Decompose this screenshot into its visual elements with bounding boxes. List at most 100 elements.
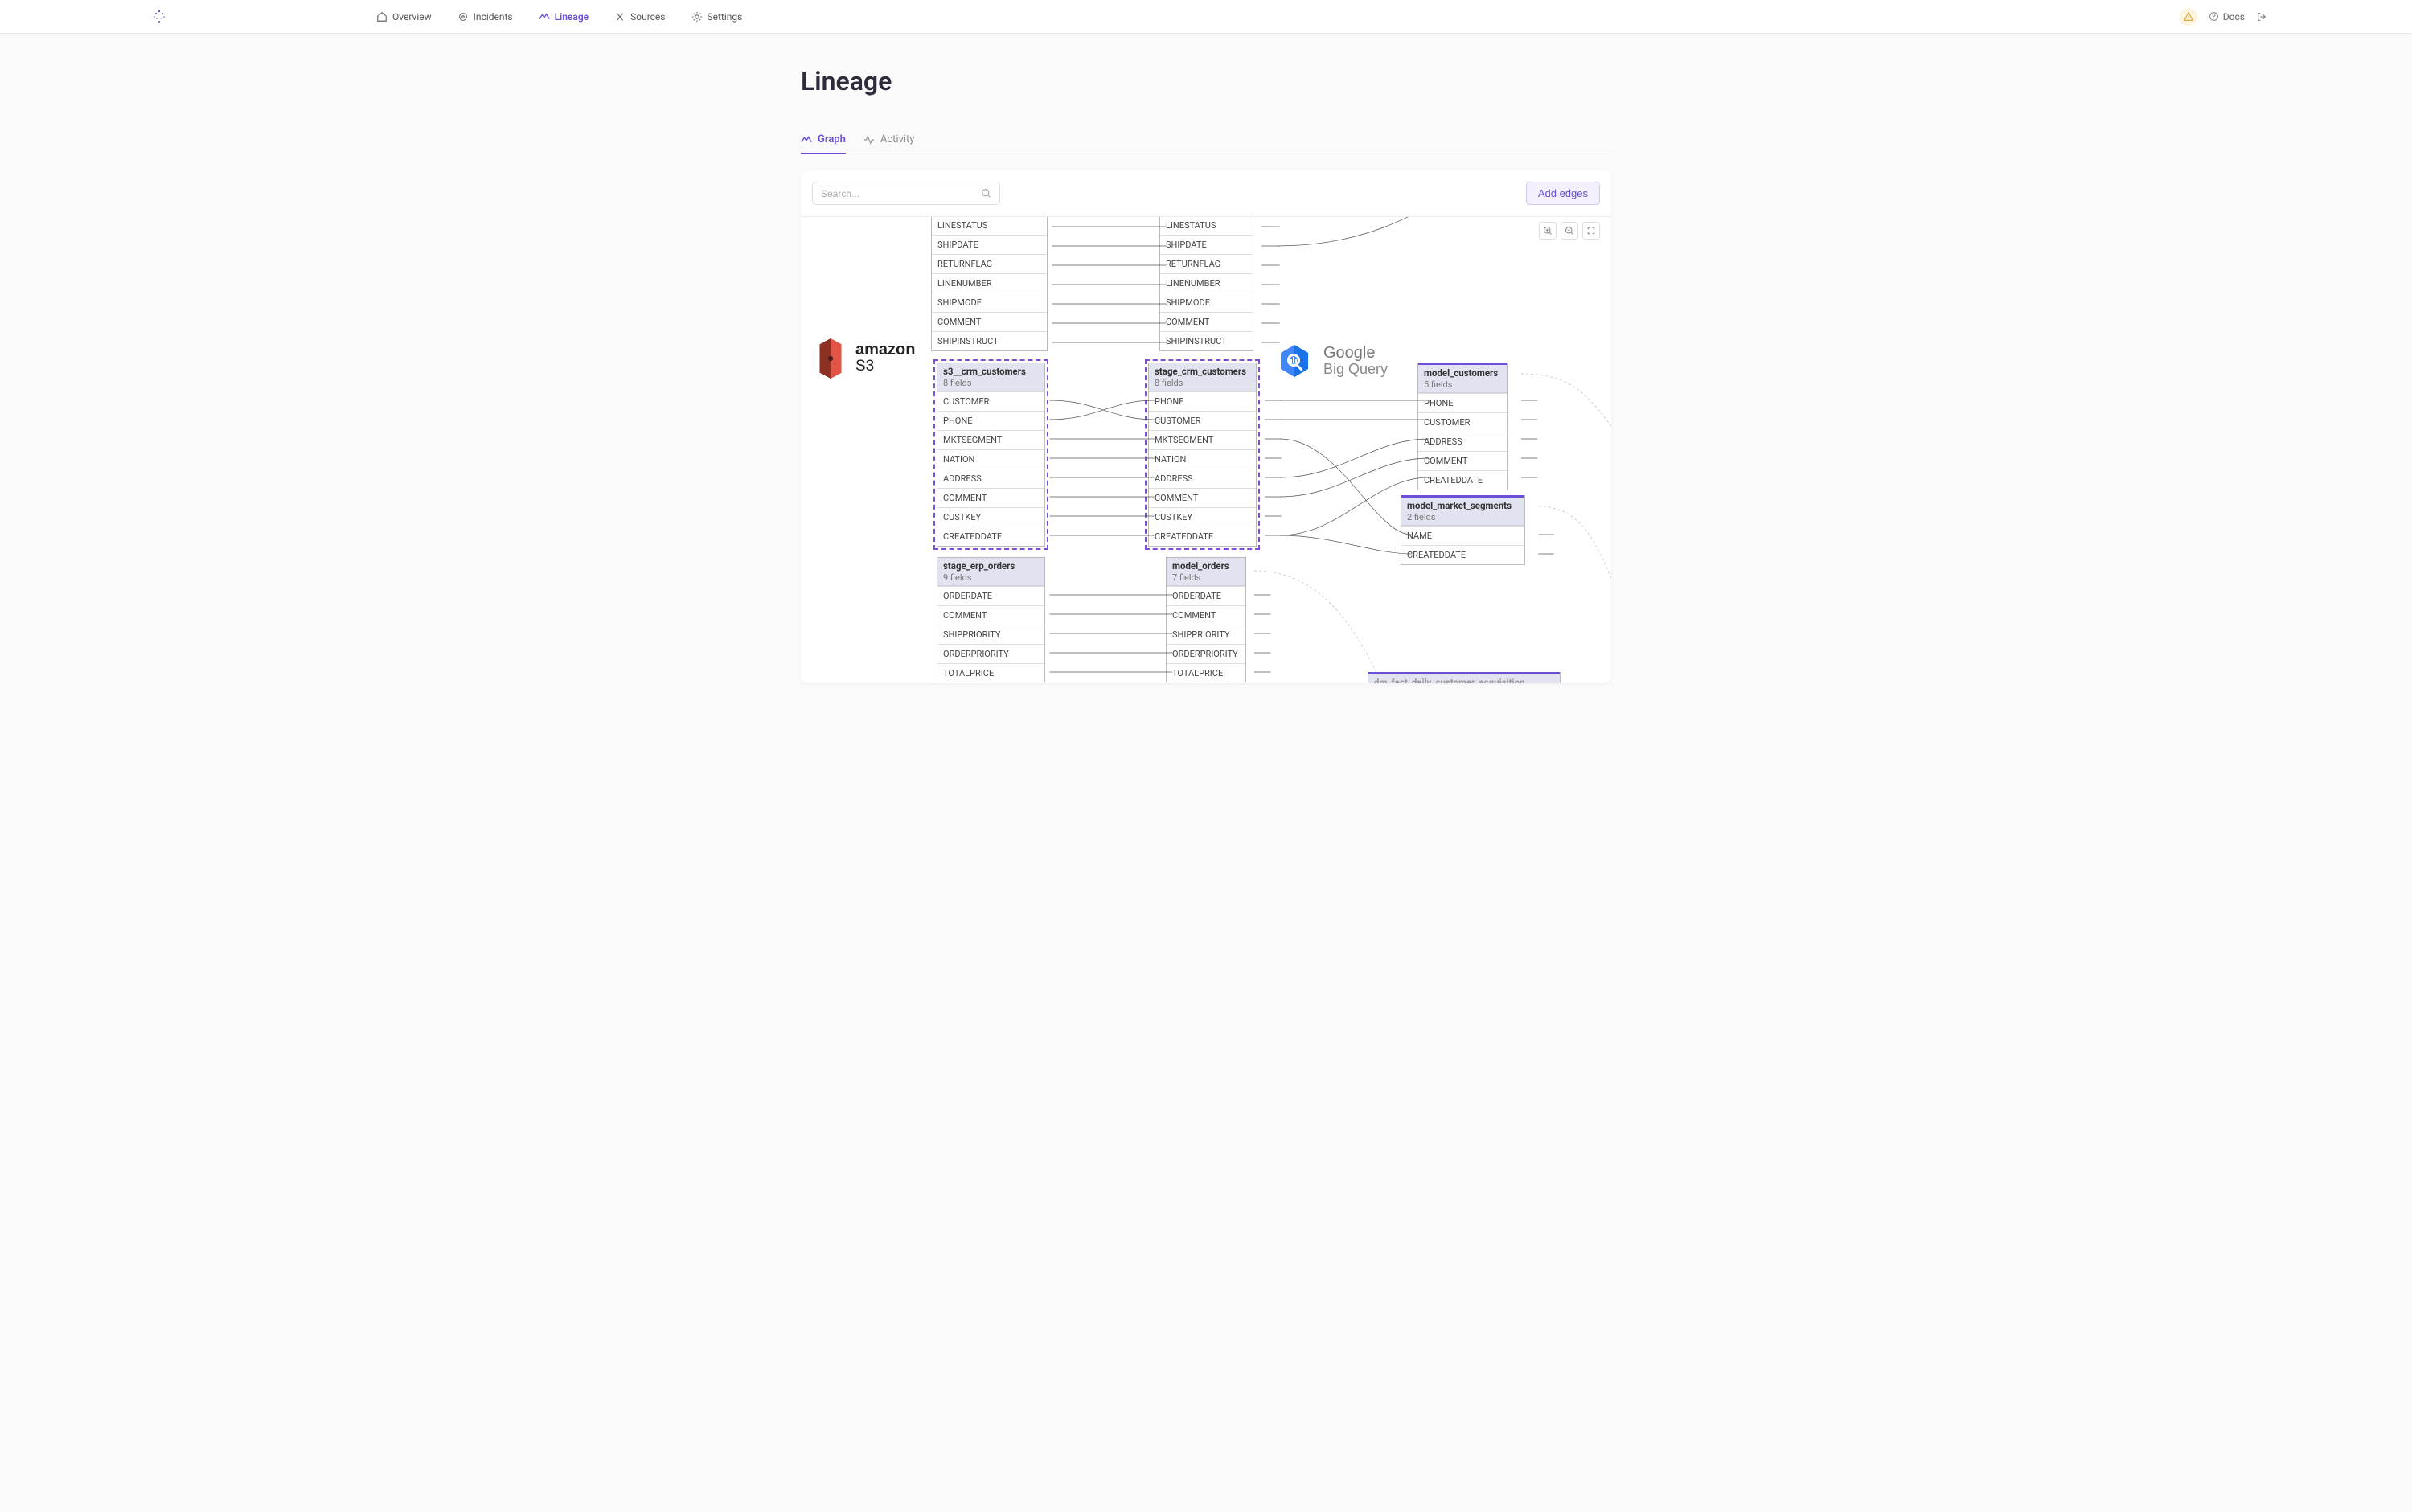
node-field[interactable]: COMMENT xyxy=(1160,312,1253,331)
node-field[interactable]: COMMENT xyxy=(937,488,1044,507)
node-title: model_market_segments xyxy=(1407,500,1519,511)
alert-button[interactable] xyxy=(2180,8,2197,26)
node-title: model_customers xyxy=(1424,367,1502,379)
node-field[interactable]: COMMENT xyxy=(932,312,1047,331)
tab-label: Graph xyxy=(818,133,846,145)
node-field[interactable]: TOTALPRICE xyxy=(937,663,1044,682)
node-field[interactable]: SHIPDATE xyxy=(1160,235,1253,254)
app-logo[interactable] xyxy=(151,9,167,25)
node-field[interactable]: SHIPMODE xyxy=(932,293,1047,312)
sources-icon xyxy=(614,11,626,23)
search-input[interactable] xyxy=(821,188,981,199)
nav-lineage[interactable]: Lineage xyxy=(539,11,589,23)
node-model-customers[interactable]: model_customers 5 fields PHONE CUSTOMER … xyxy=(1417,363,1508,490)
node-field[interactable]: COMMENT xyxy=(1149,488,1256,507)
node-field[interactable]: NATION xyxy=(1149,449,1256,469)
node-partial-top-right[interactable]: LINESTATUS SHIPDATE RETURNFLAG LINENUMBE… xyxy=(1159,217,1253,351)
lineage-canvas[interactable]: amazon S3 xyxy=(801,217,1611,683)
docs-link[interactable]: Docs xyxy=(2209,11,2245,23)
node-subtitle: 5 fields xyxy=(1424,379,1502,390)
nav-label: Sources xyxy=(630,11,665,23)
node-field[interactable]: COMMENT xyxy=(1418,451,1508,470)
node-field[interactable]: SHIPDATE xyxy=(932,235,1047,254)
docs-label: Docs xyxy=(2223,11,2245,23)
logout-icon[interactable] xyxy=(2256,11,2267,23)
node-field[interactable]: PHONE xyxy=(1418,393,1508,412)
node-title: stage_erp_orders xyxy=(943,560,1039,572)
help-icon xyxy=(2209,11,2219,22)
search-icon xyxy=(981,188,991,199)
node-field[interactable]: NAME xyxy=(1401,526,1524,545)
node-field[interactable]: ADDRESS xyxy=(937,469,1044,488)
node-field[interactable]: SHIPINSTRUCT xyxy=(932,331,1047,350)
node-title: model_orders xyxy=(1172,560,1240,572)
nav-incidents[interactable]: Incidents xyxy=(457,11,513,23)
node-field[interactable]: LINESTATUS xyxy=(932,217,1047,235)
node-field[interactable]: CUSTOMER xyxy=(1418,412,1508,432)
node-field[interactable]: LINENUMBER xyxy=(1160,273,1253,293)
tab-activity[interactable]: Activity xyxy=(863,133,915,154)
node-dm-fact-daily[interactable]: dm_fact_daily_customer_acquisition xyxy=(1368,672,1561,683)
node-field[interactable]: CREATEDDATE xyxy=(937,527,1044,546)
node-field[interactable]: PHONE xyxy=(937,411,1044,430)
node-field[interactable]: MKTSEGMENT xyxy=(937,430,1044,449)
search-input-wrap xyxy=(812,182,1000,205)
node-field[interactable]: CUSTOMER xyxy=(1149,411,1256,430)
gear-icon xyxy=(691,11,703,23)
node-field[interactable]: RETURNFLAG xyxy=(932,254,1047,273)
zoom-in-button[interactable] xyxy=(1539,222,1557,240)
node-field[interactable]: SHIPMODE xyxy=(1160,293,1253,312)
node-title: dm_fact_daily_customer_acquisition xyxy=(1374,677,1554,683)
node-field[interactable]: CUSTOMER xyxy=(937,391,1044,411)
node-field[interactable]: ADDRESS xyxy=(1418,432,1508,451)
lineage-icon xyxy=(539,11,550,23)
node-subtitle: 8 fields xyxy=(1155,378,1250,388)
node-field[interactable]: TOTALPRICE xyxy=(1167,663,1245,682)
nav-settings[interactable]: Settings xyxy=(691,11,743,23)
node-field[interactable]: ORDERDATE xyxy=(937,586,1044,605)
nav-overview[interactable]: Overview xyxy=(376,11,432,23)
node-field[interactable]: SHIPPRIORITY xyxy=(937,625,1044,644)
node-field[interactable]: ORDERDATE xyxy=(1167,586,1245,605)
node-field[interactable]: ADDRESS xyxy=(1149,469,1256,488)
node-field[interactable]: CREATEDDATE xyxy=(1149,527,1256,546)
node-stage-erp-orders[interactable]: stage_erp_orders 9 fields ORDERDATE COMM… xyxy=(937,557,1045,682)
node-field[interactable]: SHIPPRIORITY xyxy=(1167,625,1245,644)
bigquery-icon xyxy=(1275,342,1314,380)
node-subtitle: 8 fields xyxy=(943,378,1039,388)
node-field[interactable]: COMMENT xyxy=(1167,605,1245,625)
node-subtitle: 9 fields xyxy=(943,572,1039,583)
node-model-market-segments[interactable]: model_market_segments 2 fields NAME CREA… xyxy=(1401,495,1525,565)
node-field[interactable]: SHIPINSTRUCT xyxy=(1160,331,1253,350)
add-edges-button[interactable]: Add edges xyxy=(1526,182,1600,205)
nav-label: Incidents xyxy=(474,11,513,23)
zoom-out-button[interactable] xyxy=(1561,222,1578,240)
target-icon xyxy=(457,11,469,23)
node-field[interactable]: CREATEDDATE xyxy=(1418,470,1508,490)
s3-brand: amazon xyxy=(855,342,915,358)
node-field[interactable]: MKTSEGMENT xyxy=(1149,430,1256,449)
node-partial-top-left[interactable]: LINESTATUS SHIPDATE RETURNFLAG LINENUMBE… xyxy=(931,217,1048,351)
tab-graph[interactable]: Graph xyxy=(801,133,846,154)
node-field[interactable]: NATION xyxy=(937,449,1044,469)
node-field[interactable]: CREATEDDATE xyxy=(1401,545,1524,564)
s3-icon xyxy=(814,338,847,379)
node-stage-crm-customers[interactable]: stage_crm_customers 8 fields PHONE CUSTO… xyxy=(1148,363,1257,547)
node-s3-crm-customers[interactable]: s3__crm_customers 8 fields CUSTOMER PHON… xyxy=(937,363,1045,547)
bigquery-logo: Google Big Query xyxy=(1275,342,1388,380)
graph-icon xyxy=(801,134,812,145)
amazon-s3-logo: amazon S3 xyxy=(814,338,915,379)
node-field[interactable]: RETURNFLAG xyxy=(1160,254,1253,273)
node-field[interactable]: CUSTKEY xyxy=(1149,507,1256,527)
node-field[interactable]: LINESTATUS xyxy=(1160,217,1253,235)
node-field[interactable]: CUSTKEY xyxy=(937,507,1044,527)
nav-sources[interactable]: Sources xyxy=(614,11,665,23)
node-model-orders[interactable]: model_orders 7 fields ORDERDATE COMMENT … xyxy=(1166,557,1246,682)
bq-sub: Big Query xyxy=(1323,362,1388,378)
node-field[interactable]: ORDERPRIORITY xyxy=(937,644,1044,663)
node-field[interactable]: COMMENT xyxy=(937,605,1044,625)
node-field[interactable]: PHONE xyxy=(1149,391,1256,411)
node-field[interactable]: LINENUMBER xyxy=(932,273,1047,293)
fullscreen-button[interactable] xyxy=(1582,222,1600,240)
node-field[interactable]: ORDERPRIORITY xyxy=(1167,644,1245,663)
